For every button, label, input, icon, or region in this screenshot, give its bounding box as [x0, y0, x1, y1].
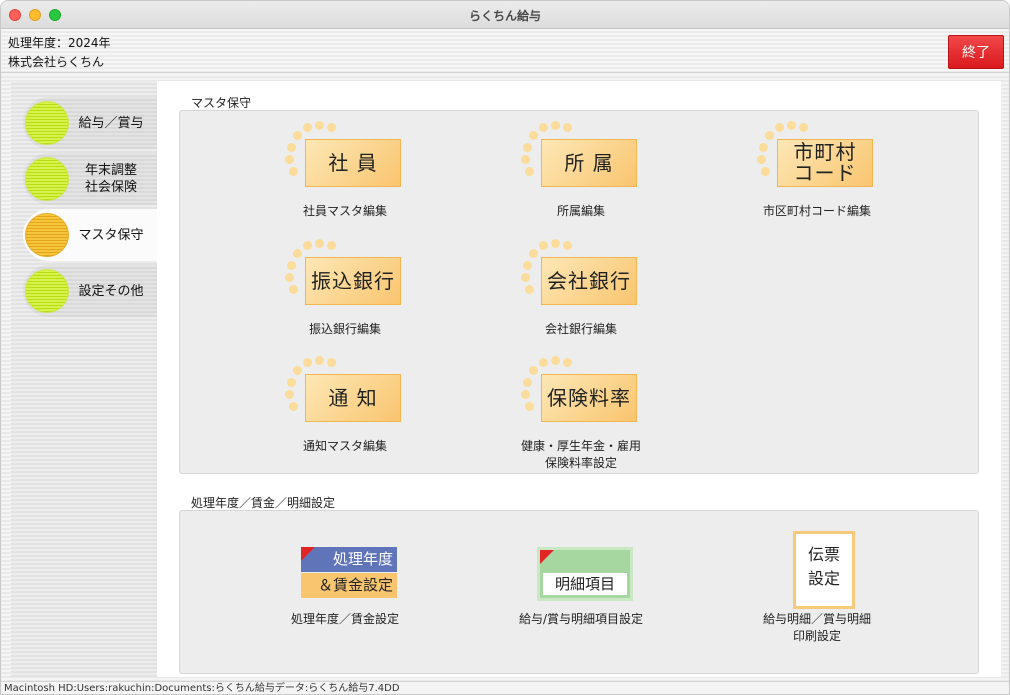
tile-statement-items[interactable]: 明細項目 給与/賞与明細項目設定 — [486, 529, 676, 628]
tile-department[interactable]: 所 属 所属編集 — [486, 121, 676, 220]
red-corner-icon — [301, 547, 315, 561]
tile-art: 市町村 コード — [757, 121, 877, 193]
tile-art: 会社銀行 — [521, 239, 641, 311]
header-bar: 処理年度：2024年 株式会社らくちん 終了 — [1, 29, 1009, 73]
processing-year-label: 処理年度：2024年 — [8, 36, 111, 50]
notice-button[interactable]: 通 知 — [305, 374, 401, 422]
tile-caption: 通知マスタ編集 — [250, 438, 440, 455]
section-title-master: マスタ保守 — [191, 96, 252, 110]
tile-caption-line: 通知マスタ編集 — [302, 439, 387, 453]
status-bar-path: Macintosh HD:Users:rakuchin:Documents:らく… — [1, 681, 1009, 694]
tile-caption: 振込銀行編集 — [250, 321, 440, 338]
tile-caption-line: 給与明細／賞与明細 — [762, 612, 871, 626]
tile-caption: 健康・厚生年金・雇用 保険料率設定 — [486, 438, 676, 472]
sidebar-item-label-line: 設定その他 — [78, 283, 144, 299]
company-bank-button[interactable]: 会社銀行 — [541, 257, 637, 305]
title-bar: らくちん給与 — [1, 1, 1009, 29]
statement-items-label: 明細項目 — [543, 573, 627, 595]
tile-art: 振込銀行 — [285, 239, 405, 311]
department-button[interactable]: 所 属 — [541, 139, 637, 187]
sidebar: 給与／賞与 年末調整 社会保険 マスタ保守 設定その他 — [11, 81, 157, 677]
green-circle-icon — [25, 101, 69, 145]
tile-notice[interactable]: 通 知 通知マスタ編集 — [250, 356, 440, 455]
sidebar-item-settings-other[interactable]: 設定その他 — [23, 265, 157, 317]
insurance-rate-button[interactable]: 保険料率 — [541, 374, 637, 422]
tile-art: 伝票 設定 — [757, 529, 877, 609]
company-name-label: 株式会社らくちん — [8, 55, 105, 69]
master-panel: 社 員 社員マスタ編集 所 属 所属編集 市町村 コード 市区町村コード編集 振… — [179, 110, 979, 474]
settings-panel: 処理年度 ＆賃金設定 処理年度／賃金設定 明細項目 給与/賞与明細項目設定 伝票… — [179, 510, 979, 674]
tile-transfer-bank[interactable]: 振込銀行 振込銀行編集 — [250, 239, 440, 338]
tile-caption-line: 健康・厚生年金・雇用 — [520, 439, 641, 453]
section-title-settings: 処理年度／賃金／明細設定 — [191, 496, 336, 510]
main-content: マスタ保守 社 員 社員マスタ編集 所 属 所属編集 市町村 コード 市区町村コ… — [157, 81, 1001, 677]
button-label-line: コード — [793, 161, 857, 185]
sidebar-item-label: 給与／賞与 — [69, 115, 157, 132]
tile-caption-line: 所属編集 — [556, 204, 605, 218]
tile-art: 所 属 — [521, 121, 641, 193]
tile-caption-line: 印刷設定 — [792, 629, 841, 643]
button-label-line: 設定 — [807, 569, 840, 588]
tile-caption-line: 保険料率設定 — [544, 456, 617, 470]
green-circle-icon — [25, 269, 69, 313]
tile-employee[interactable]: 社 員 社員マスタ編集 — [250, 121, 440, 220]
tile-art: 社 員 — [285, 121, 405, 193]
button-label-line: 市町村 — [793, 140, 857, 164]
orange-circle-icon — [25, 213, 69, 257]
exit-button[interactable]: 終了 — [948, 35, 1004, 69]
year-wage-button[interactable]: 処理年度 ＆賃金設定 — [301, 547, 397, 599]
tile-caption: 処理年度／賃金設定 — [250, 611, 440, 628]
tile-art: 明細項目 — [521, 529, 641, 601]
sidebar-item-label-line: 社会保険 — [84, 180, 137, 195]
tile-caption: 会社銀行編集 — [486, 321, 676, 338]
window-title: らくちん給与 — [468, 9, 541, 23]
tile-caption-line: 処理年度／賃金設定 — [290, 612, 399, 626]
tile-caption-line: 振込銀行編集 — [308, 322, 381, 336]
button-label-line: 伝票 — [807, 545, 840, 564]
tile-caption: 市区町村コード編集 — [722, 203, 912, 220]
year-card-bottom: ＆賃金設定 — [301, 573, 397, 598]
tile-year-wage-settings[interactable]: 処理年度 ＆賃金設定 処理年度／賃金設定 — [250, 529, 440, 628]
year-card-top: 処理年度 — [301, 547, 397, 572]
tile-art: 処理年度 ＆賃金設定 — [285, 529, 405, 601]
sidebar-item-label: マスタ保守 — [69, 227, 157, 244]
tile-caption: 所属編集 — [486, 203, 676, 220]
tile-caption: 給与/賞与明細項目設定 — [486, 611, 676, 628]
tile-company-bank[interactable]: 会社銀行 会社銀行編集 — [486, 239, 676, 338]
sidebar-item-label-line: 年末調整 — [84, 163, 137, 178]
sidebar-item-salary-bonus[interactable]: 給与／賞与 — [23, 97, 157, 149]
app-window: らくちん給与 処理年度：2024年 株式会社らくちん 終了 給与／賞与 年末調整… — [0, 0, 1010, 695]
sidebar-item-label: 設定その他 — [69, 283, 157, 300]
tile-caption-line: 社員マスタ編集 — [302, 204, 387, 218]
transfer-bank-button[interactable]: 振込銀行 — [305, 257, 401, 305]
statement-items-button[interactable]: 明細項目 — [537, 547, 633, 601]
tile-caption: 社員マスタ編集 — [250, 203, 440, 220]
sidebar-item-label-line: 給与／賞与 — [78, 115, 144, 131]
tile-caption-line: 給与/賞与明細項目設定 — [518, 612, 644, 626]
municipality-code-button[interactable]: 市町村 コード — [777, 139, 873, 187]
slip-settings-button[interactable]: 伝票 設定 — [793, 531, 855, 609]
red-corner-icon — [540, 550, 554, 564]
tile-art: 通 知 — [285, 356, 405, 428]
tile-insurance-rate[interactable]: 保険料率 健康・厚生年金・雇用 保険料率設定 — [486, 356, 676, 472]
employee-button[interactable]: 社 員 — [305, 139, 401, 187]
sidebar-item-year-end-adjustment[interactable]: 年末調整 社会保険 — [23, 153, 157, 205]
tile-municipality-code[interactable]: 市町村 コード 市区町村コード編集 — [722, 121, 912, 220]
tile-caption-line: 市区町村コード編集 — [762, 204, 871, 218]
tile-art: 保険料率 — [521, 356, 641, 428]
sidebar-item-label: 年末調整 社会保険 — [69, 162, 157, 196]
tile-caption: 給与明細／賞与明細 印刷設定 — [722, 611, 912, 645]
sidebar-item-label-line: マスタ保守 — [78, 227, 144, 243]
green-circle-icon — [25, 157, 69, 201]
tile-caption-line: 会社銀行編集 — [544, 322, 617, 336]
tile-print-settings[interactable]: 伝票 設定 給与明細／賞与明細 印刷設定 — [722, 529, 912, 645]
sidebar-item-master-maintenance[interactable]: マスタ保守 — [23, 209, 157, 261]
